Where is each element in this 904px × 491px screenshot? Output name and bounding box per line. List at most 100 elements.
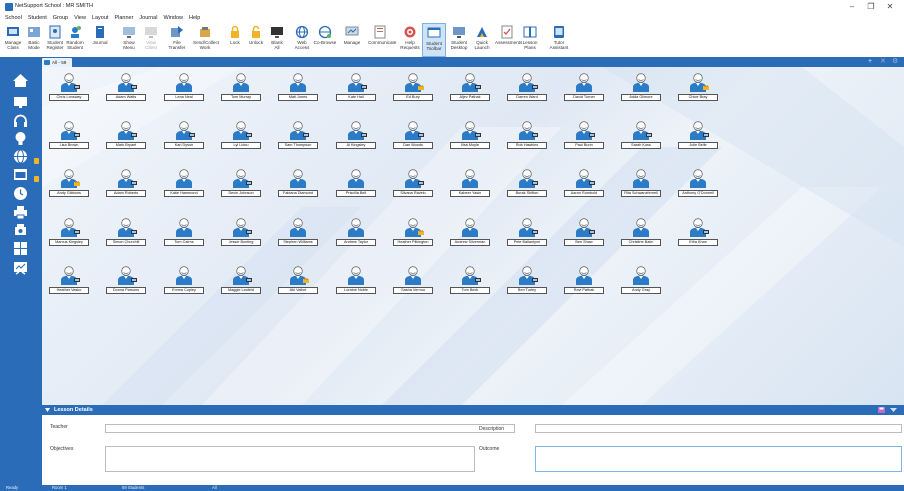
co-browse-button[interactable]: Co-Browse: [313, 23, 337, 57]
student-tile[interactable]: Emma Copley: [164, 265, 204, 299]
student-tile[interactable]: Adda Gilmore: [621, 72, 661, 106]
student-tile[interactable]: Dan Woods: [393, 120, 433, 154]
student-tile[interactable]: Paul Bunn: [564, 120, 604, 154]
student-tile[interactable]: Priscilla Bell: [336, 168, 376, 202]
student-tile[interactable]: Sasha Vernou: [393, 265, 433, 299]
student-tile[interactable]: Katie Hammond: [164, 168, 204, 202]
student-tile[interactable]: Andrew Taylor: [336, 217, 376, 251]
student-tile[interactable]: Sarah Koss: [621, 120, 661, 154]
file-transfer-button[interactable]: File Transfer: [165, 23, 189, 57]
communicate-button[interactable]: Communicate: [368, 23, 396, 57]
student-tile[interactable]: Lisa Brown: [49, 120, 89, 154]
student-tile[interactable]: Rita Schwanzfernell: [621, 168, 661, 202]
minimize-button[interactable]: –: [845, 2, 859, 12]
student-tile[interactable]: Loraine Noble: [336, 265, 376, 299]
usb-icon[interactable]: [12, 222, 29, 239]
menu-group[interactable]: Group: [53, 14, 68, 23]
teacher-field[interactable]: [105, 424, 515, 433]
student-tile[interactable]: Lyl Lidou: [221, 120, 261, 154]
student-tile[interactable]: Aaron Rumbold: [564, 168, 604, 202]
student-tile[interactable]: Aljev Pathak: [450, 72, 490, 106]
menu-help[interactable]: Help: [189, 14, 200, 23]
show-menu-button[interactable]: Show Menu: [117, 23, 141, 57]
lightbulb-icon[interactable]: [12, 130, 29, 147]
student-toolbar-button[interactable]: Student Toolbar: [422, 23, 446, 57]
save-icon[interactable]: [878, 407, 885, 413]
student-tile[interactable]: Burak Shifton: [507, 168, 547, 202]
home-icon[interactable]: [12, 72, 29, 89]
send-collect-work-button[interactable]: Send/Collect Work: [193, 23, 219, 57]
student-tile[interactable]: Anthony O'Donnell: [678, 168, 718, 202]
tutor-assistant-button[interactable]: Tutor Assistant: [547, 23, 571, 57]
journal-button[interactable]: Journal: [88, 23, 112, 57]
student-tile[interactable]: Silvana Ravelo: [393, 168, 433, 202]
student-tile[interactable]: Sam Thompson: [278, 120, 318, 154]
menu-journal[interactable]: Journal: [139, 14, 157, 23]
student-tile[interactable]: Jessie Bunting: [221, 217, 261, 251]
student-tile[interactable]: Donna Parsons: [106, 265, 146, 299]
student-tile[interactable]: Darren Ward: [507, 72, 547, 106]
student-tile[interactable]: Simon Churchill: [106, 217, 146, 251]
objectives-field[interactable]: [105, 446, 475, 472]
student-tile[interactable]: Maggie Laufeld: [221, 265, 261, 299]
lesson-plans-button[interactable]: Lesson Plans: [518, 23, 542, 57]
student-tile[interactable]: Heather Vasko: [49, 265, 89, 299]
student-tile[interactable]: Ben Turley: [507, 265, 547, 299]
student-tile[interactable]: Adam Roberts: [106, 168, 146, 202]
student-tile[interactable]: Heather Pilkington: [393, 217, 433, 251]
menu-layout[interactable]: Layout: [92, 14, 109, 23]
tab-settings-button[interactable]: ⚙: [892, 57, 898, 67]
student-tile[interactable]: Kabeer Yasin: [450, 168, 490, 202]
menu-school[interactable]: School: [5, 14, 22, 23]
menu-view[interactable]: View: [74, 14, 86, 23]
student-tile[interactable]: Ben Shaw: [564, 217, 604, 251]
student-tile[interactable]: Karl Dyson: [164, 120, 204, 154]
student-tile[interactable]: Ilisa Moyle: [450, 120, 490, 154]
student-tile[interactable]: Al Kingsley: [336, 120, 376, 154]
app-window-icon[interactable]: [12, 166, 29, 183]
student-tile[interactable]: Andy Gray: [621, 265, 661, 299]
lesson-details-header[interactable]: Lesson Details: [42, 405, 904, 415]
monitor-icon[interactable]: [12, 94, 29, 111]
printer-icon[interactable]: [12, 204, 29, 221]
maximize-button[interactable]: ❐: [864, 2, 878, 12]
student-tile[interactable]: Fabiana Diamond: [278, 168, 318, 202]
collapse-chevron-icon[interactable]: [45, 408, 50, 412]
view-client-button[interactable]: View Client: [139, 23, 163, 57]
student-tile[interactable]: Christine Bakn: [621, 217, 661, 251]
menu-window[interactable]: Window: [163, 14, 183, 23]
student-tile[interactable]: Mati Jones: [278, 72, 318, 106]
collapse-panel-icon[interactable]: [890, 407, 897, 413]
tab-all[interactable]: All - 59: [42, 58, 72, 67]
student-tile[interactable]: Stephen Williams: [278, 217, 318, 251]
description-field[interactable]: [535, 424, 902, 433]
web-access-button[interactable]: Web Access: [290, 23, 314, 57]
student-tile[interactable]: Ravi Pathak: [564, 265, 604, 299]
student-tile[interactable]: Kate Hall: [336, 72, 376, 106]
student-tile[interactable]: Mark Bryant: [106, 120, 146, 154]
random-student-button[interactable]: Random Student: [63, 23, 87, 57]
student-tile[interactable]: Tom Beck: [450, 265, 490, 299]
assessments-button[interactable]: Assessments: [495, 23, 522, 57]
student-desktop-button[interactable]: Student Desktop: [447, 23, 471, 57]
help-requests-button[interactable]: Help Requests: [398, 23, 422, 57]
student-tile[interactable]: Lena Neal: [164, 72, 204, 106]
student-tile[interactable]: Andrew Silverman: [450, 217, 490, 251]
menu-planner[interactable]: Planner: [114, 14, 133, 23]
student-tile[interactable]: David Turner: [564, 72, 604, 106]
quick-launch-button[interactable]: Quick Launch: [470, 23, 494, 57]
close-button[interactable]: ✕: [883, 2, 897, 12]
student-tile[interactable]: Abi Valloe: [278, 265, 318, 299]
student-tile[interactable]: Rob Hawkins: [507, 120, 547, 154]
student-tile[interactable]: Pete Ballantyne: [507, 217, 547, 251]
manage-button[interactable]: Manage: [340, 23, 364, 57]
close-tab-button[interactable]: ✕: [880, 57, 886, 67]
outcome-field[interactable]: [535, 446, 902, 472]
student-tile[interactable]: Devin Johnson: [221, 168, 261, 202]
student-tile[interactable]: Julie Belle: [678, 120, 718, 154]
whiteboard-icon[interactable]: [12, 260, 29, 277]
blank-all-button[interactable]: Blank All: [265, 23, 289, 57]
student-tile[interactable]: Andy Gibbons: [49, 168, 89, 202]
globe-icon[interactable]: [12, 148, 29, 165]
student-tile[interactable]: Ed Bury: [393, 72, 433, 106]
